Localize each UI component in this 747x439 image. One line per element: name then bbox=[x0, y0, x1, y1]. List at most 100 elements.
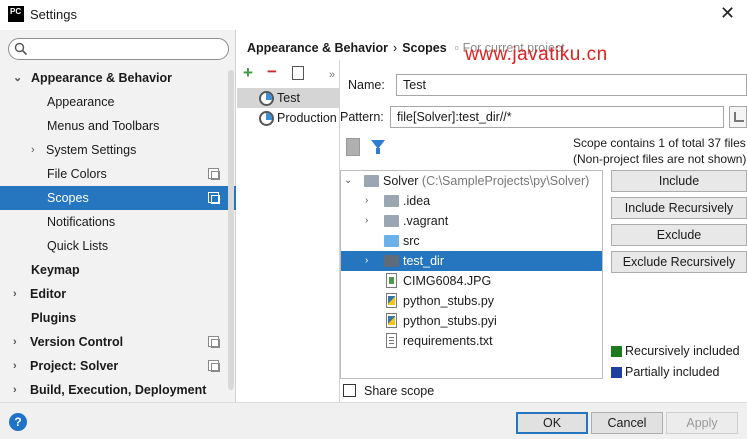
sidebar-item-label: Plugins bbox=[31, 311, 77, 325]
tree-row-label: python_stubs.py bbox=[403, 294, 495, 308]
partial-legend-swatch bbox=[611, 367, 622, 378]
sidebar-item-label: Scopes bbox=[47, 191, 89, 205]
exclude-button[interactable]: Exclude bbox=[611, 224, 747, 246]
scope-item-test[interactable]: Test bbox=[237, 88, 340, 108]
tree-row-solver[interactable]: ⌄ Solver (C:\SampleProjects\py\Solver) bbox=[341, 171, 602, 191]
tree-row-label: test_dir bbox=[403, 254, 444, 268]
project-tree: ⌄ Solver (C:\SampleProjects\py\Solver) ›… bbox=[340, 170, 603, 379]
tree-row-label: Solver (C:\SampleProjects\py\Solver) bbox=[383, 171, 589, 191]
sidebar-item-label: Appearance & Behavior bbox=[31, 71, 173, 85]
sidebar-item-label: Notifications bbox=[47, 215, 116, 229]
project-level-icon bbox=[208, 336, 220, 348]
tree-row-label: .idea bbox=[403, 194, 431, 208]
recursive-legend-swatch bbox=[611, 346, 622, 357]
sidebar-item-label: Quick Lists bbox=[47, 239, 109, 253]
tree-row-label: src bbox=[403, 234, 420, 248]
python-file-icon bbox=[386, 293, 397, 308]
sidebar-item-label: Version Control bbox=[30, 335, 124, 349]
add-icon[interactable]: + bbox=[243, 64, 253, 82]
folder-icon bbox=[384, 255, 399, 267]
source-folder-icon bbox=[384, 235, 399, 247]
tree-row-image[interactable]: CIMG6084.JPG bbox=[341, 271, 602, 291]
tree-row-python-stubs-py[interactable]: python_stubs.py bbox=[341, 291, 602, 311]
close-icon[interactable]: ✕ bbox=[720, 4, 735, 22]
scope-list-panel: + − » Test Production bbox=[237, 60, 340, 402]
text-file-icon bbox=[386, 333, 397, 348]
search-input[interactable] bbox=[8, 38, 229, 60]
sidebar-item-project-solver[interactable]: › Project: Solver bbox=[0, 354, 236, 378]
tree-row-idea[interactable]: › .idea bbox=[341, 191, 602, 211]
pycharm-logo-icon: PC bbox=[8, 6, 24, 22]
tree-row-label: requirements.txt bbox=[403, 334, 493, 348]
tree-row-src[interactable]: src bbox=[341, 231, 602, 251]
tree-row-label: python_stubs.pyi bbox=[403, 314, 497, 328]
apply-button[interactable]: Apply bbox=[666, 412, 738, 434]
filter-icon[interactable] bbox=[371, 140, 385, 154]
breadcrumb-parent[interactable]: Appearance & Behavior bbox=[247, 41, 388, 55]
tree-row-label: CIMG6084.JPG bbox=[403, 274, 492, 288]
ok-button[interactable]: OK bbox=[516, 412, 588, 434]
share-scope-checkbox[interactable] bbox=[343, 384, 356, 397]
sidebar-item-menus-toolbars[interactable]: Menus and Toolbars bbox=[0, 114, 236, 138]
remove-icon[interactable]: − bbox=[267, 63, 277, 81]
sidebar-item-quick-lists[interactable]: Quick Lists bbox=[0, 234, 236, 258]
chevron-right-icon: › bbox=[365, 255, 369, 266]
tree-row-label: .vagrant bbox=[403, 214, 449, 228]
name-field[interactable]: Test bbox=[396, 74, 747, 96]
scope-icon bbox=[259, 91, 274, 106]
folder-icon bbox=[384, 195, 399, 207]
scope-item-production[interactable]: Production bbox=[237, 108, 340, 128]
chevron-right-icon: › bbox=[13, 384, 17, 396]
chevron-right-icon: › bbox=[365, 195, 369, 206]
sidebar-item-file-colors[interactable]: File Colors bbox=[0, 162, 236, 186]
pattern-label: Pattern: bbox=[340, 110, 384, 124]
sidebar-item-editor[interactable]: › Editor bbox=[0, 282, 236, 306]
folder-icon bbox=[384, 215, 399, 227]
sidebar-item-notifications[interactable]: Notifications bbox=[0, 210, 236, 234]
title-bar: PC Settings ✕ bbox=[0, 0, 747, 30]
tree-row-vagrant[interactable]: › .vagrant bbox=[341, 211, 602, 231]
breadcrumb-separator: › bbox=[393, 41, 398, 55]
sidebar-item-label: Editor bbox=[30, 287, 67, 301]
chevron-right-icon: › bbox=[31, 144, 35, 156]
watermark-text: www.javatiku.cn bbox=[465, 44, 608, 65]
sidebar-item-build-execution[interactable]: › Build, Execution, Deployment bbox=[0, 378, 236, 402]
non-project-note: (Non-project files are not shown) bbox=[573, 152, 747, 166]
sidebar-item-keymap[interactable]: Keymap bbox=[0, 258, 236, 282]
exclude-recursively-button[interactable]: Exclude Recursively bbox=[611, 251, 747, 273]
window-title: Settings bbox=[30, 7, 77, 22]
project-level-icon bbox=[208, 192, 220, 204]
tree-row-python-stubs-pyi[interactable]: python_stubs.pyi bbox=[341, 311, 602, 331]
sidebar-item-scopes[interactable]: Scopes bbox=[0, 186, 236, 210]
sidebar-item-appearance-behavior[interactable]: ⌄ Appearance & Behavior bbox=[0, 66, 236, 90]
show-files-toggle-icon[interactable] bbox=[346, 138, 360, 156]
sidebar-item-version-control[interactable]: › Version Control bbox=[0, 330, 236, 354]
search-icon bbox=[14, 42, 28, 56]
pattern-field[interactable]: file[Solver]:test_dir//* bbox=[390, 106, 724, 128]
scope-item-label: Production bbox=[277, 111, 337, 125]
include-button[interactable]: Include bbox=[611, 170, 747, 192]
folder-icon bbox=[364, 175, 379, 187]
help-icon[interactable]: ? bbox=[9, 413, 27, 431]
sidebar-item-plugins[interactable]: Plugins bbox=[0, 306, 236, 330]
tree-row-requirements[interactable]: requirements.txt bbox=[341, 331, 602, 351]
sidebar-item-label: Build, Execution, Deployment bbox=[30, 383, 207, 397]
cancel-button[interactable]: Cancel bbox=[591, 412, 663, 434]
sidebar-item-label: File Colors bbox=[47, 167, 107, 181]
more-actions-icon[interactable]: » bbox=[329, 66, 335, 84]
copy-scope-icon[interactable] bbox=[292, 66, 304, 80]
tree-row-test-dir[interactable]: › test_dir bbox=[341, 251, 602, 271]
expand-pattern-icon[interactable] bbox=[729, 106, 747, 128]
include-recursively-button[interactable]: Include Recursively bbox=[611, 197, 747, 219]
tree-root-name: Solver bbox=[383, 174, 419, 188]
chevron-right-icon: › bbox=[365, 215, 369, 226]
chevron-right-icon: › bbox=[13, 360, 17, 372]
chevron-down-icon: ⌄ bbox=[344, 175, 353, 186]
sidebar-item-appearance[interactable]: Appearance bbox=[0, 90, 236, 114]
dialog-footer: ? OK Cancel Apply bbox=[0, 402, 747, 439]
sidebar-item-system-settings[interactable]: › System Settings bbox=[0, 138, 236, 162]
tree-root-path: (C:\SampleProjects\py\Solver) bbox=[421, 174, 590, 188]
sidebar-scrollbar[interactable] bbox=[228, 70, 234, 390]
settings-sidebar: ⌄ Appearance & Behavior Appearance Menus… bbox=[0, 30, 236, 402]
scope-icon bbox=[259, 111, 274, 126]
